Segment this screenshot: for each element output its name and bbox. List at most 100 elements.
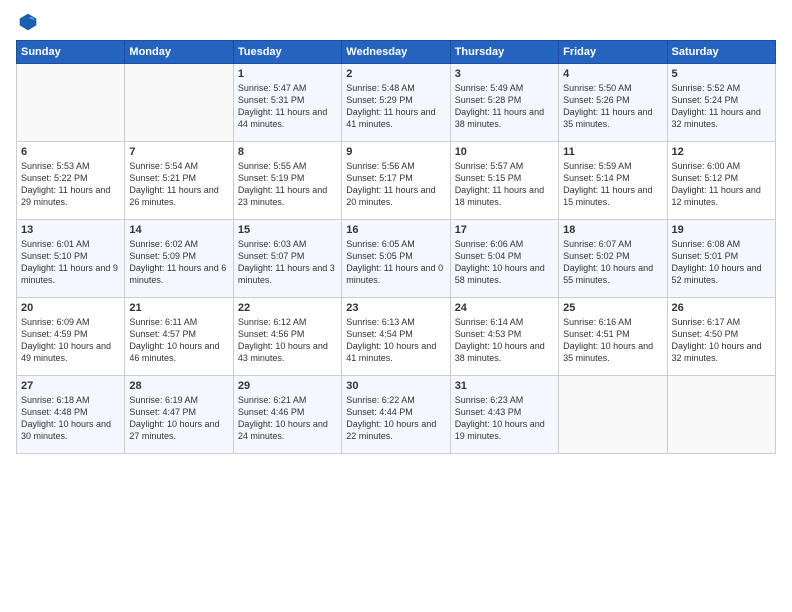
calendar-cell: 29 Sunrise: 6:21 AM Sunset: 4:46 PM Dayli…: [233, 376, 341, 454]
cell-content: Sunrise: 6:03 AM Sunset: 5:07 PM Dayligh…: [238, 238, 337, 287]
calendar-cell: 4 Sunrise: 5:50 AM Sunset: 5:26 PM Daylig…: [559, 64, 667, 142]
calendar-cell: 6Sunrise: 5:53 AM Sunset: 5:22 PM Daylig…: [17, 142, 125, 220]
weekday-header: Saturday: [667, 41, 775, 64]
calendar-week-row: 6Sunrise: 5:53 AM Sunset: 5:22 PM Daylig…: [17, 142, 776, 220]
cell-content: Sunrise: 5:55 AM Sunset: 5:19 PM Dayligh…: [238, 160, 337, 209]
calendar-cell: [125, 64, 233, 142]
calendar-cell: 25 Sunrise: 6:16 AM Sunset: 4:51 PM Dayli…: [559, 298, 667, 376]
cell-content: Sunrise: 5:54 AM Sunset: 5:21 PM Dayligh…: [129, 160, 228, 209]
day-number: 22: [238, 302, 337, 314]
day-number: 3: [455, 68, 554, 80]
day-number: 9: [346, 146, 445, 158]
cell-content: Sunrise: 5:48 AM Sunset: 5:29 PM Dayligh…: [346, 82, 445, 131]
cell-content: Sunrise: 6:22 AM Sunset: 4:44 PM Dayligh…: [346, 394, 445, 443]
cell-content: Sunrise: 6:17 AM Sunset: 4:50 PM Dayligh…: [672, 316, 771, 365]
cell-content: Sunrise: 6:00 AM Sunset: 5:12 PM Dayligh…: [672, 160, 771, 209]
day-number: 24: [455, 302, 554, 314]
logo-text: [16, 12, 38, 32]
calendar-cell: 15 Sunrise: 6:03 AM Sunset: 5:07 PM Dayli…: [233, 220, 341, 298]
calendar-cell: 26 Sunrise: 6:17 AM Sunset: 4:50 PM Dayli…: [667, 298, 775, 376]
calendar-cell: 9 Sunrise: 5:56 AM Sunset: 5:17 PM Daylig…: [342, 142, 450, 220]
calendar-cell: [17, 64, 125, 142]
calendar-cell: 2 Sunrise: 5:48 AM Sunset: 5:29 PM Daylig…: [342, 64, 450, 142]
calendar-cell: 22 Sunrise: 6:12 AM Sunset: 4:56 PM Dayli…: [233, 298, 341, 376]
day-number: 15: [238, 224, 337, 236]
weekday-header: Friday: [559, 41, 667, 64]
calendar-week-row: 27 Sunrise: 6:18 AM Sunset: 4:48 PM Dayli…: [17, 376, 776, 454]
day-number: 14: [129, 224, 228, 236]
day-number: 11: [563, 146, 662, 158]
cell-content: Sunrise: 6:18 AM Sunset: 4:48 PM Dayligh…: [21, 394, 120, 443]
calendar-week-row: 13Sunrise: 6:01 AM Sunset: 5:10 PM Dayli…: [17, 220, 776, 298]
day-number: 5: [672, 68, 771, 80]
cell-content: Sunrise: 6:02 AM Sunset: 5:09 PM Dayligh…: [129, 238, 228, 287]
calendar-cell: 16 Sunrise: 6:05 AM Sunset: 5:05 PM Dayli…: [342, 220, 450, 298]
day-number: 31: [455, 380, 554, 392]
calendar-cell: 28Sunrise: 6:19 AM Sunset: 4:47 PM Dayli…: [125, 376, 233, 454]
weekday-header: Thursday: [450, 41, 558, 64]
weekday-header: Wednesday: [342, 41, 450, 64]
calendar-table: SundayMondayTuesdayWednesdayThursdayFrid…: [16, 40, 776, 454]
calendar-cell: 10 Sunrise: 5:57 AM Sunset: 5:15 PM Dayli…: [450, 142, 558, 220]
cell-content: Sunrise: 6:13 AM Sunset: 4:54 PM Dayligh…: [346, 316, 445, 365]
day-number: 27: [21, 380, 120, 392]
day-number: 18: [563, 224, 662, 236]
calendar-cell: 11Sunrise: 5:59 AM Sunset: 5:14 PM Dayli…: [559, 142, 667, 220]
day-number: 25: [563, 302, 662, 314]
calendar-week-row: 20 Sunrise: 6:09 AM Sunset: 4:59 PM Dayli…: [17, 298, 776, 376]
calendar-cell: 8Sunrise: 5:55 AM Sunset: 5:19 PM Daylig…: [233, 142, 341, 220]
calendar-cell: 14 Sunrise: 6:02 AM Sunset: 5:09 PM Dayli…: [125, 220, 233, 298]
day-number: 26: [672, 302, 771, 314]
cell-content: Sunrise: 6:09 AM Sunset: 4:59 PM Dayligh…: [21, 316, 120, 365]
logo: [16, 12, 38, 32]
calendar-cell: 3 Sunrise: 5:49 AM Sunset: 5:28 PM Daylig…: [450, 64, 558, 142]
calendar-header: SundayMondayTuesdayWednesdayThursdayFrid…: [17, 41, 776, 64]
calendar-cell: 19Sunrise: 6:08 AM Sunset: 5:01 PM Dayli…: [667, 220, 775, 298]
cell-content: Sunrise: 6:06 AM Sunset: 5:04 PM Dayligh…: [455, 238, 554, 287]
cell-content: Sunrise: 6:08 AM Sunset: 5:01 PM Dayligh…: [672, 238, 771, 287]
day-number: 10: [455, 146, 554, 158]
cell-content: Sunrise: 6:05 AM Sunset: 5:05 PM Dayligh…: [346, 238, 445, 287]
day-number: 30: [346, 380, 445, 392]
weekday-header: Monday: [125, 41, 233, 64]
day-number: 1: [238, 68, 337, 80]
day-number: 28: [129, 380, 228, 392]
calendar-page: SundayMondayTuesdayWednesdayThursdayFrid…: [0, 0, 792, 612]
calendar-cell: 13Sunrise: 6:01 AM Sunset: 5:10 PM Dayli…: [17, 220, 125, 298]
calendar-cell: 27 Sunrise: 6:18 AM Sunset: 4:48 PM Dayli…: [17, 376, 125, 454]
calendar-cell: 1 Sunrise: 5:47 AM Sunset: 5:31 PM Daylig…: [233, 64, 341, 142]
cell-content: Sunrise: 5:47 AM Sunset: 5:31 PM Dayligh…: [238, 82, 337, 131]
calendar-cell: 21 Sunrise: 6:11 AM Sunset: 4:57 PM Dayli…: [125, 298, 233, 376]
day-number: 16: [346, 224, 445, 236]
calendar-cell: 20 Sunrise: 6:09 AM Sunset: 4:59 PM Dayli…: [17, 298, 125, 376]
day-number: 20: [21, 302, 120, 314]
calendar-cell: 7 Sunrise: 5:54 AM Sunset: 5:21 PM Daylig…: [125, 142, 233, 220]
cell-content: Sunrise: 6:11 AM Sunset: 4:57 PM Dayligh…: [129, 316, 228, 365]
header: [16, 12, 776, 32]
cell-content: Sunrise: 6:12 AM Sunset: 4:56 PM Dayligh…: [238, 316, 337, 365]
calendar-cell: [559, 376, 667, 454]
calendar-cell: 5Sunrise: 5:52 AM Sunset: 5:24 PM Daylig…: [667, 64, 775, 142]
cell-content: Sunrise: 6:16 AM Sunset: 4:51 PM Dayligh…: [563, 316, 662, 365]
cell-content: Sunrise: 6:01 AM Sunset: 5:10 PM Dayligh…: [21, 238, 120, 287]
weekday-row: SundayMondayTuesdayWednesdayThursdayFrid…: [17, 41, 776, 64]
cell-content: Sunrise: 6:14 AM Sunset: 4:53 PM Dayligh…: [455, 316, 554, 365]
day-number: 21: [129, 302, 228, 314]
day-number: 23: [346, 302, 445, 314]
calendar-cell: [667, 376, 775, 454]
day-number: 2: [346, 68, 445, 80]
day-number: 4: [563, 68, 662, 80]
cell-content: Sunrise: 5:53 AM Sunset: 5:22 PM Dayligh…: [21, 160, 120, 209]
calendar-cell: 30 Sunrise: 6:22 AM Sunset: 4:44 PM Dayli…: [342, 376, 450, 454]
cell-content: Sunrise: 5:50 AM Sunset: 5:26 PM Dayligh…: [563, 82, 662, 131]
calendar-cell: 18Sunrise: 6:07 AM Sunset: 5:02 PM Dayli…: [559, 220, 667, 298]
cell-content: Sunrise: 5:49 AM Sunset: 5:28 PM Dayligh…: [455, 82, 554, 131]
day-number: 29: [238, 380, 337, 392]
cell-content: Sunrise: 6:21 AM Sunset: 4:46 PM Dayligh…: [238, 394, 337, 443]
cell-content: Sunrise: 5:56 AM Sunset: 5:17 PM Dayligh…: [346, 160, 445, 209]
cell-content: Sunrise: 5:57 AM Sunset: 5:15 PM Dayligh…: [455, 160, 554, 209]
calendar-week-row: 1 Sunrise: 5:47 AM Sunset: 5:31 PM Daylig…: [17, 64, 776, 142]
day-number: 7: [129, 146, 228, 158]
weekday-header: Tuesday: [233, 41, 341, 64]
day-number: 12: [672, 146, 771, 158]
